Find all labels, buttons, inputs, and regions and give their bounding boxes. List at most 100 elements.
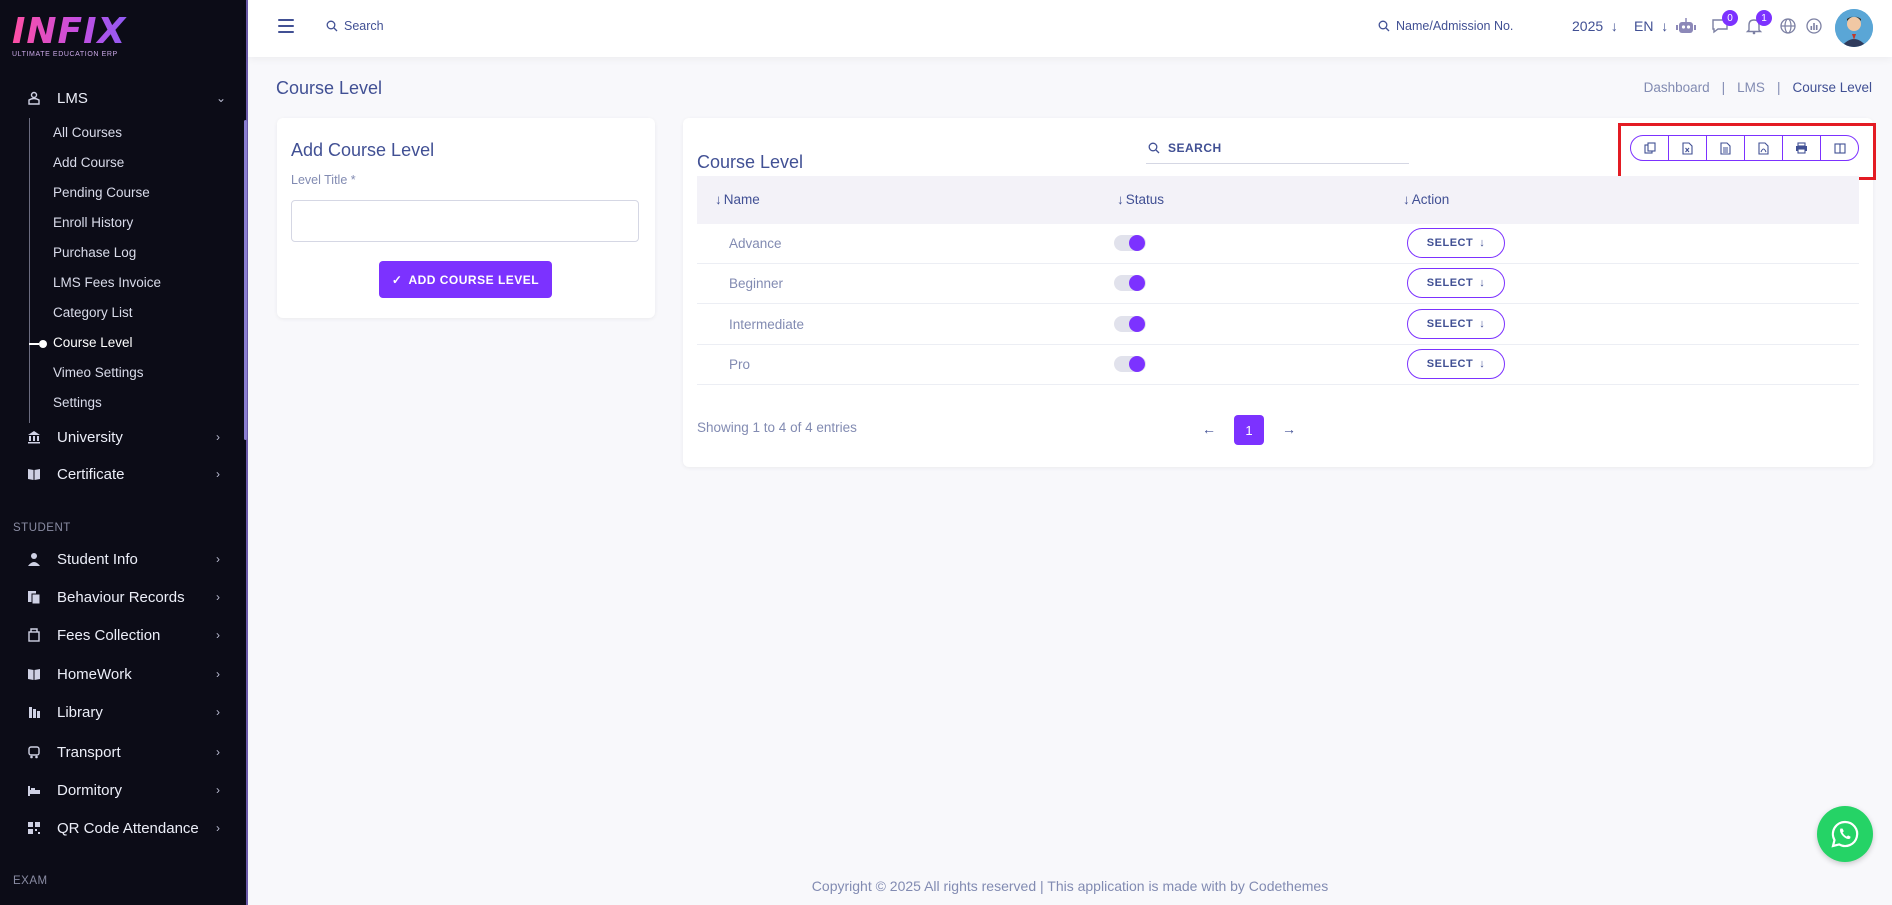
page-button-current[interactable]: 1: [1234, 415, 1264, 445]
sidebar-item-university[interactable]: University ›: [0, 421, 246, 453]
certificate-icon: [26, 466, 42, 482]
chevron-right-icon: ›: [216, 667, 220, 681]
select-action-button[interactable]: SELECT ↓: [1407, 268, 1505, 298]
year-select[interactable]: 2025 ↓: [1572, 18, 1618, 34]
chevron-right-icon: ›: [216, 467, 220, 481]
search-input[interactable]: Search: [344, 19, 384, 33]
footer-text: Copyright © 2025 All rights reserved | T…: [811, 878, 1329, 894]
sidebar-item-student-info[interactable]: Student Info ›: [0, 543, 246, 575]
table-row: Pro SELECT ↓: [697, 345, 1859, 385]
sidebar-item-qr-code-attendance[interactable]: QR Code Attendance ›: [0, 812, 246, 844]
sidebar-item-label: University: [57, 428, 123, 446]
sidebar-item-label: HomeWork: [57, 665, 132, 683]
chat-icon[interactable]: 0: [1710, 10, 1738, 36]
university-icon: [26, 429, 42, 445]
whatsapp-chat-button[interactable]: [1817, 806, 1873, 862]
sidebar-item-library[interactable]: Library ›: [0, 696, 246, 728]
bell-icon[interactable]: 1: [1744, 10, 1772, 36]
language-select[interactable]: EN ↓: [1634, 18, 1668, 34]
sidebar-item-fees-collection[interactable]: Fees Collection ›: [0, 619, 246, 651]
sort-arrow-icon: ↓: [1117, 192, 1124, 207]
sidebar-subitem-course-level[interactable]: Course Level: [53, 335, 133, 350]
column-header-name[interactable]: ↓ Name: [715, 192, 760, 207]
active-indicator-dot: [39, 340, 47, 348]
status-toggle[interactable]: [1114, 316, 1146, 332]
dormitory-icon: [26, 782, 42, 798]
sidebar-item-homework[interactable]: HomeWork ›: [0, 658, 246, 690]
sidebar-subitem-purchase-log[interactable]: Purchase Log: [53, 245, 136, 260]
sidebar-subitem-add-course[interactable]: Add Course: [53, 155, 124, 170]
sidebar-subitem-lms-fees-invoice[interactable]: LMS Fees Invoice: [53, 275, 161, 290]
sidebar-subitem-category-list[interactable]: Category List: [53, 305, 133, 320]
stats-icon[interactable]: [1804, 16, 1824, 36]
select-action-button[interactable]: SELECT ↓: [1407, 309, 1505, 339]
select-action-button[interactable]: SELECT ↓: [1407, 349, 1505, 379]
qr-code-icon: [26, 820, 42, 836]
table-title: Course Level: [697, 152, 804, 172]
select-action-button[interactable]: SELECT ↓: [1407, 228, 1505, 258]
sidebar-subitem-all-courses[interactable]: All Courses: [53, 125, 122, 140]
column-header-action[interactable]: ↓ Action: [1403, 192, 1449, 207]
column-header-status[interactable]: ↓ Status: [1117, 192, 1164, 207]
table-row: Intermediate SELECT ↓: [697, 305, 1859, 345]
chevron-right-icon: ›: [216, 783, 220, 797]
level-name: Beginner: [729, 276, 784, 291]
app-logo[interactable]: INFIX ULTIMATE EDUCATION ERP: [12, 14, 132, 64]
year-value: 2025: [1572, 18, 1604, 34]
breadcrumb-current: Course Level: [1792, 80, 1872, 95]
next-page-icon[interactable]: →: [1282, 421, 1296, 437]
sidebar-item-label: Certificate: [57, 465, 125, 483]
search-icon: [326, 20, 338, 32]
breadcrumb-lms[interactable]: LMS: [1737, 80, 1765, 95]
logo-text: INFIX: [12, 14, 132, 50]
lms-icon: [26, 90, 42, 106]
chevron-right-icon: ›: [216, 705, 220, 719]
globe-icon[interactable]: [1778, 16, 1798, 36]
sidebar-item-label: Library: [57, 703, 103, 721]
global-search[interactable]: Search: [326, 19, 384, 33]
logo-subtitle: ULTIMATE EDUCATION ERP: [12, 51, 118, 58]
sidebar-subitem-settings[interactable]: Settings: [53, 395, 102, 410]
menu-toggle-icon[interactable]: [278, 19, 294, 33]
table-search-input[interactable]: SEARCH: [1168, 141, 1222, 155]
level-title-label: Level Title *: [291, 173, 356, 187]
homework-icon: [26, 666, 42, 682]
avatar[interactable]: [1835, 9, 1873, 47]
records-icon: [26, 589, 42, 605]
status-toggle[interactable]: [1114, 275, 1146, 291]
sidebar-item-lms[interactable]: LMS ⌄: [0, 82, 246, 114]
sidebar-subitem-pending-course[interactable]: Pending Course: [53, 185, 150, 200]
robot-icon[interactable]: [1676, 16, 1696, 36]
breadcrumb-separator: |: [1721, 80, 1726, 95]
whatsapp-icon: [1831, 820, 1859, 848]
previous-page-icon[interactable]: ←: [1202, 421, 1216, 437]
sidebar-item-label: Transport: [57, 743, 121, 761]
add-course-level-button[interactable]: ✓ ADD COURSE LEVEL: [379, 261, 552, 298]
breadcrumb-dashboard[interactable]: Dashboard: [1644, 80, 1710, 95]
transport-icon: [26, 744, 42, 760]
section-label-exam: EXAM: [13, 875, 48, 887]
student-search-input[interactable]: Name/Admission No.: [1396, 19, 1513, 33]
arrow-down-icon: ↓: [1607, 18, 1618, 34]
sidebar-item-label: Behaviour Records: [57, 588, 185, 606]
level-title-input[interactable]: [291, 200, 639, 242]
chevron-right-icon: ›: [216, 430, 220, 444]
sidebar-item-transport[interactable]: Transport ›: [0, 736, 246, 768]
arrow-down-icon: ↓: [1657, 18, 1669, 34]
level-name: Pro: [729, 357, 751, 372]
arrow-down-icon: ↓: [1479, 358, 1486, 370]
sidebar-scrollbar[interactable]: [244, 120, 247, 440]
sidebar-item-dormitory[interactable]: Dormitory ›: [0, 774, 246, 806]
table-search[interactable]: SEARCH: [1146, 132, 1409, 164]
sidebar-item-certificate[interactable]: Certificate ›: [0, 458, 246, 490]
messages-badge: 0: [1722, 10, 1738, 26]
level-name: Intermediate: [729, 317, 805, 332]
level-name: Advance: [729, 236, 782, 251]
sidebar-item-label: Dormitory: [57, 781, 123, 799]
student-search[interactable]: Name/Admission No.: [1378, 19, 1513, 33]
status-toggle[interactable]: [1114, 235, 1146, 251]
sidebar-item-behaviour-records[interactable]: Behaviour Records ›: [0, 581, 246, 613]
sidebar-subitem-enroll-history[interactable]: Enroll History: [53, 215, 133, 230]
sidebar-subitem-vimeo-settings[interactable]: Vimeo Settings: [53, 365, 144, 380]
status-toggle[interactable]: [1114, 356, 1146, 372]
